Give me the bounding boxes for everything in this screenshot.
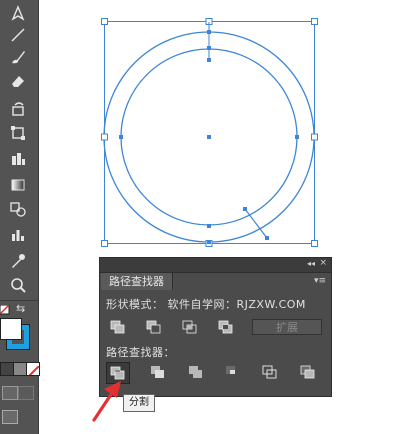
unite-icon[interactable] (109, 319, 127, 335)
shape-modes-label: 形状模式： 软件自学网：RJZXW.COM (106, 298, 306, 311)
fill-swatch-front[interactable] (0, 318, 22, 340)
pathfinder-panel: ◂◂ × 路径查找器 ▾≡ 形状模式： 软件自学网：RJZXW.COM 扩展 路… (99, 257, 332, 397)
outline-icon[interactable] (261, 364, 279, 380)
default-colors-icon[interactable] (0, 304, 14, 318)
pen-tool-icon[interactable] (6, 2, 30, 24)
minus-back-icon[interactable] (299, 364, 317, 380)
eyedropper-tool-icon[interactable] (6, 250, 30, 272)
tools-panel: ⇆ (0, 0, 40, 434)
draw-normal-icon[interactable] (2, 386, 18, 400)
shape-builder-tool-icon[interactable] (6, 148, 30, 170)
zoom-tool-icon[interactable] (6, 274, 30, 296)
screen-mode-icon[interactable] (2, 410, 18, 424)
gradient-mode-icon[interactable] (13, 362, 27, 376)
annotation-arrow-icon (92, 381, 121, 422)
panel-header-strip: ◂◂ × (100, 258, 331, 273)
anchor-points[interactable] (119, 30, 299, 244)
line-tool-icon[interactable] (6, 24, 30, 46)
close-panel-icon[interactable]: × (319, 258, 327, 268)
draw-behind-icon[interactable] (18, 386, 34, 400)
free-transform-tool-icon[interactable] (6, 122, 30, 144)
blend-tool-icon[interactable] (6, 198, 30, 220)
gradient-tool-icon[interactable] (6, 174, 30, 196)
expand-button[interactable]: 扩展 (252, 319, 322, 335)
merge-icon[interactable] (187, 364, 205, 380)
rotate-tool-icon[interactable] (6, 98, 30, 120)
panel-menu-icon[interactable]: ▾≡ (314, 276, 326, 286)
trim-icon[interactable] (149, 364, 167, 380)
intersect-icon[interactable] (181, 319, 199, 335)
paintbrush-tool-icon[interactable] (6, 46, 30, 68)
eraser-tool-icon[interactable] (6, 70, 30, 92)
none-mode-icon[interactable] (26, 362, 40, 376)
exclude-icon[interactable] (217, 319, 235, 335)
minus-front-icon[interactable] (145, 319, 163, 335)
graph-tool-icon[interactable] (6, 224, 30, 246)
crop-icon[interactable] (224, 364, 242, 380)
swap-colors-icon[interactable]: ⇆ (16, 302, 25, 315)
color-mode-icon[interactable] (0, 362, 14, 376)
panel-tab-pathfinder[interactable]: 路径查找器 (101, 273, 173, 290)
toolbar-divider (0, 300, 38, 301)
pathfinders-label: 路径查找器： (106, 346, 175, 359)
collapse-panel-icon[interactable]: ◂◂ (307, 259, 315, 268)
